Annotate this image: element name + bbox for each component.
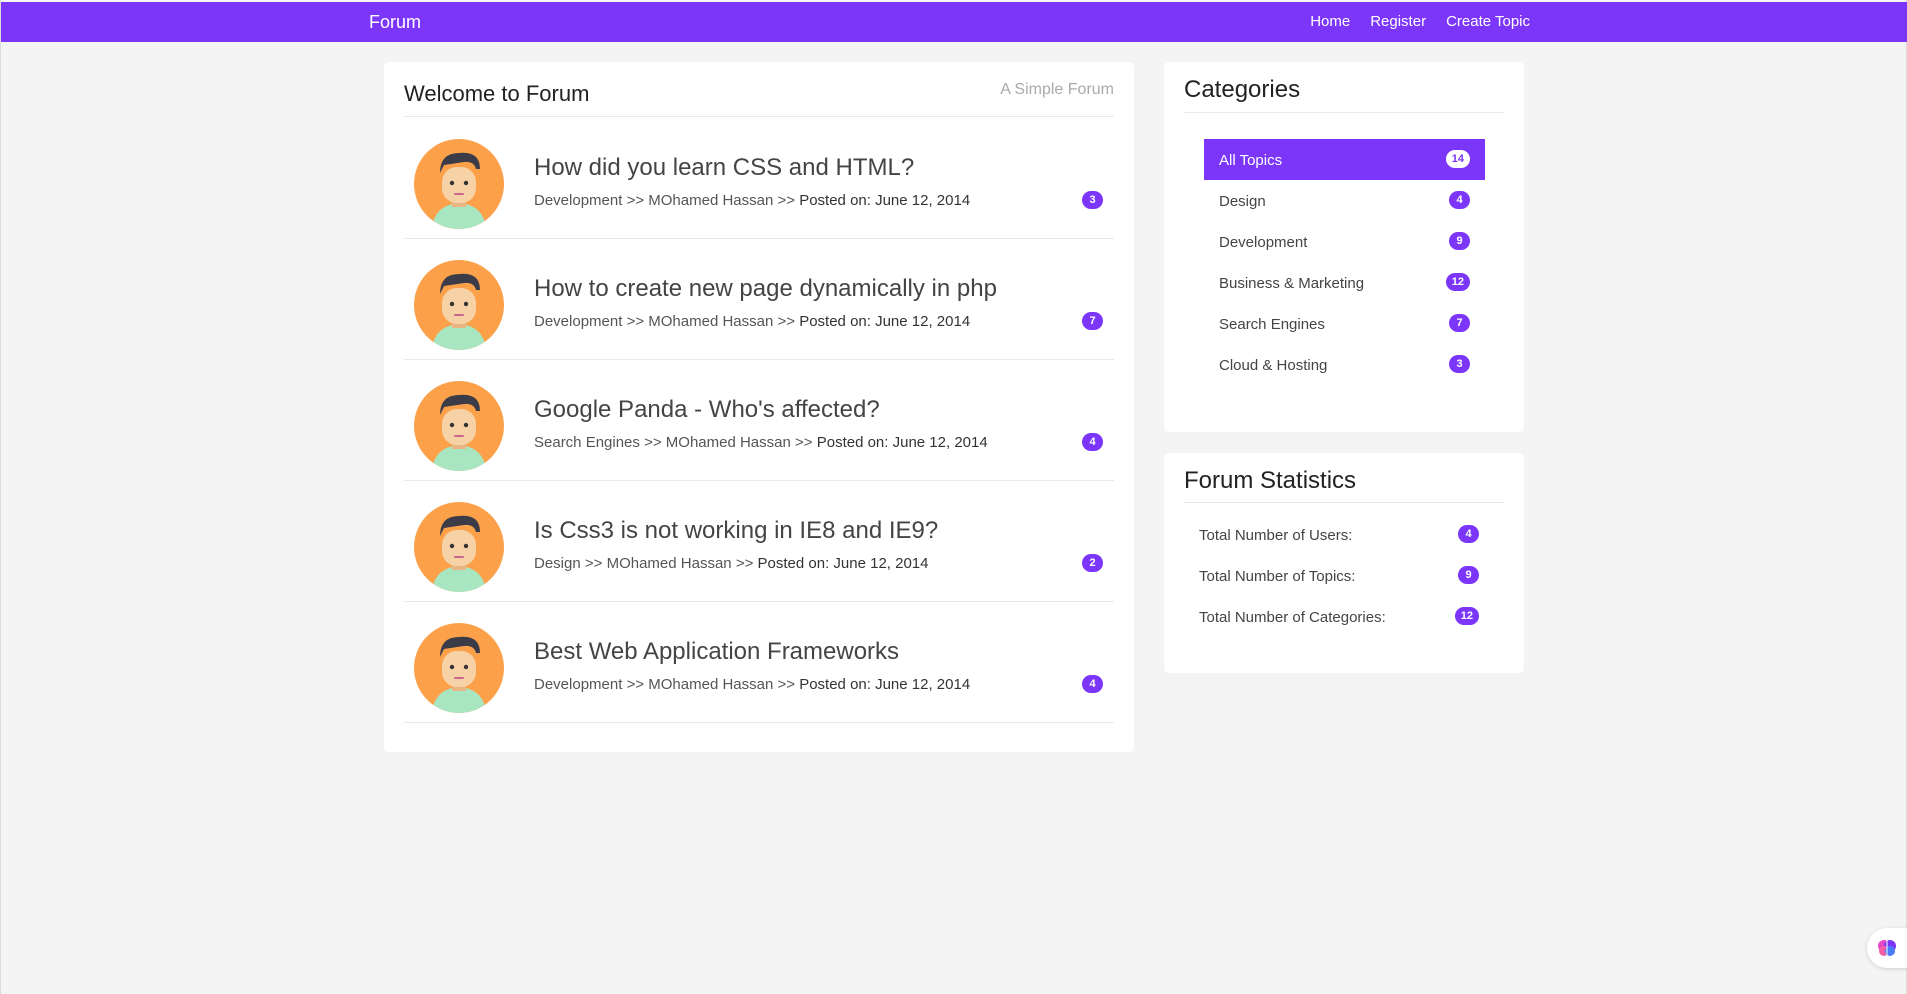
topic-author-link[interactable]: MOhamed Hassan <box>648 676 773 693</box>
stat-count-badge: 9 <box>1458 566 1479 584</box>
category-count-badge: 12 <box>1445 273 1470 291</box>
meta-separator: >> <box>777 313 796 330</box>
category-item-business-marketing[interactable]: Business & Marketing 12 <box>1204 262 1485 303</box>
topic-title[interactable]: How to create new page dynamically in ph… <box>534 275 997 303</box>
category-label: Development <box>1219 234 1308 251</box>
meta-separator: >> <box>584 555 603 572</box>
reply-count-badge: 4 <box>1082 433 1103 451</box>
brain-icon <box>1878 940 1896 956</box>
topic-row[interactable]: Is Css3 is not working in IE8 and IE9? D… <box>404 481 1114 602</box>
topic-author-link[interactable]: MOhamed Hassan <box>648 313 773 330</box>
user-avatar-icon <box>414 623 504 713</box>
topic-category-link[interactable]: Development <box>534 192 622 209</box>
topic-date: Posted on: June 12, 2014 <box>816 434 988 451</box>
category-count-badge: 4 <box>1449 191 1470 209</box>
reply-count-badge: 2 <box>1082 554 1103 572</box>
topic-title[interactable]: How did you learn CSS and HTML? <box>534 154 914 182</box>
topic-date: Posted on: June 12, 2014 <box>799 676 971 693</box>
reply-count-badge: 3 <box>1082 191 1103 209</box>
topic-meta: Development >> MOhamed Hassan >> Posted … <box>534 313 970 330</box>
stat-count-badge: 12 <box>1454 607 1479 625</box>
topic-title[interactable]: Best Web Application Frameworks <box>534 638 899 666</box>
category-item-development[interactable]: Development 9 <box>1204 221 1485 262</box>
reply-count-badge: 7 <box>1082 312 1103 330</box>
topic-meta: Design >> MOhamed Hassan >> Posted on: J… <box>534 555 929 572</box>
topic-category-link[interactable]: Development <box>534 676 622 693</box>
stat-item-categories: Total Number of Categories: 12 <box>1199 598 1479 639</box>
meta-separator: >> <box>795 434 813 451</box>
topic-date: Posted on: June 12, 2014 <box>799 192 971 209</box>
topic-title[interactable]: Is Css3 is not working in IE8 and IE9? <box>534 517 938 545</box>
meta-separator: >> <box>735 555 754 572</box>
category-label: Search Engines <box>1219 316 1325 333</box>
stat-item-users: Total Number of Users: 4 <box>1199 516 1479 557</box>
statistics-list: Total Number of Users: 4 Total Number of… <box>1199 516 1479 639</box>
category-count-badge: 14 <box>1445 150 1470 168</box>
topics-panel-header: Welcome to Forum A Simple Forum <box>404 62 1114 117</box>
category-count-badge: 7 <box>1449 314 1470 332</box>
meta-separator: >> <box>626 192 645 209</box>
topic-date: Posted on: June 12, 2014 <box>757 555 929 572</box>
topic-author-link[interactable]: MOhamed Hassan <box>648 192 773 209</box>
stat-label: Total Number of Users: <box>1199 527 1353 544</box>
page-subtitle: A Simple Forum <box>1000 81 1114 98</box>
topic-category-link[interactable]: Development <box>534 313 622 330</box>
topic-date: Posted on: June 12, 2014 <box>799 313 971 330</box>
topic-row[interactable]: Best Web Application Frameworks Developm… <box>404 602 1114 723</box>
topics-panel: Welcome to Forum A Simple Forum How did … <box>384 62 1134 752</box>
stat-count-badge: 4 <box>1458 525 1479 543</box>
topic-meta: Search Engines >> MOhamed Hassan >> Post… <box>534 434 988 451</box>
category-item-cloud-hosting[interactable]: Cloud & Hosting 3 <box>1204 344 1485 385</box>
topic-row[interactable]: How did you learn CSS and HTML? Developm… <box>404 118 1114 239</box>
stat-label: Total Number of Categories: <box>1199 609 1386 626</box>
topic-category-link[interactable]: Design <box>534 555 581 572</box>
user-avatar-icon <box>414 139 504 229</box>
user-avatar-icon <box>414 260 504 350</box>
reply-count-badge: 4 <box>1082 675 1103 693</box>
nav-home-link[interactable]: Home <box>1310 13 1350 30</box>
meta-separator: >> <box>626 676 645 693</box>
topic-row[interactable]: Google Panda - Who's affected? Search En… <box>404 360 1114 481</box>
category-item-design[interactable]: Design 4 <box>1204 180 1485 221</box>
nav-register-link[interactable]: Register <box>1370 13 1426 30</box>
category-count-badge: 3 <box>1449 355 1470 373</box>
meta-separator: >> <box>777 192 796 209</box>
user-avatar-icon <box>414 502 504 592</box>
topic-meta: Development >> MOhamed Hassan >> Posted … <box>534 192 970 209</box>
categories-header: Categories <box>1184 62 1504 113</box>
statistics-panel: Forum Statistics Total Number of Users: … <box>1164 453 1524 673</box>
meta-separator: >> <box>644 434 662 451</box>
category-list: All Topics 14 Design 4 Development 9 Bus… <box>1204 139 1485 385</box>
topic-title[interactable]: Google Panda - Who's affected? <box>534 396 880 424</box>
topic-author-link[interactable]: MOhamed Hassan <box>607 555 732 572</box>
meta-separator: >> <box>626 313 645 330</box>
brand-logo[interactable]: Forum <box>369 12 421 33</box>
stat-label: Total Number of Topics: <box>1199 568 1356 585</box>
categories-panel: Categories All Topics 14 Design 4 Develo… <box>1164 62 1524 432</box>
page-title: Welcome to Forum <box>404 81 590 106</box>
category-label: Business & Marketing <box>1219 275 1365 292</box>
statistics-header: Forum Statistics <box>1184 453 1504 503</box>
topic-category-link[interactable]: Search Engines <box>534 434 640 451</box>
categories-title: Categories <box>1184 76 1301 103</box>
statistics-title: Forum Statistics <box>1184 467 1357 494</box>
top-navbar: Forum Home Register Create Topic <box>1 2 1907 42</box>
nav-links: Home Register Create Topic <box>1310 13 1530 30</box>
nav-create-topic-link[interactable]: Create Topic <box>1446 13 1530 30</box>
category-label: All Topics <box>1219 152 1283 169</box>
topic-meta: Development >> MOhamed Hassan >> Posted … <box>534 676 970 693</box>
meta-separator: >> <box>777 676 796 693</box>
topic-row[interactable]: How to create new page dynamically in ph… <box>404 239 1114 360</box>
category-label: Cloud & Hosting <box>1219 357 1328 374</box>
category-item-all-topics[interactable]: All Topics 14 <box>1204 139 1485 180</box>
category-item-search-engines[interactable]: Search Engines 7 <box>1204 303 1485 344</box>
assistant-button[interactable] <box>1867 928 1907 968</box>
category-count-badge: 9 <box>1449 232 1470 250</box>
stat-item-topics: Total Number of Topics: 9 <box>1199 557 1479 598</box>
user-avatar-icon <box>414 381 504 471</box>
topic-author-link[interactable]: MOhamed Hassan <box>666 434 791 451</box>
category-label: Design <box>1219 193 1266 210</box>
